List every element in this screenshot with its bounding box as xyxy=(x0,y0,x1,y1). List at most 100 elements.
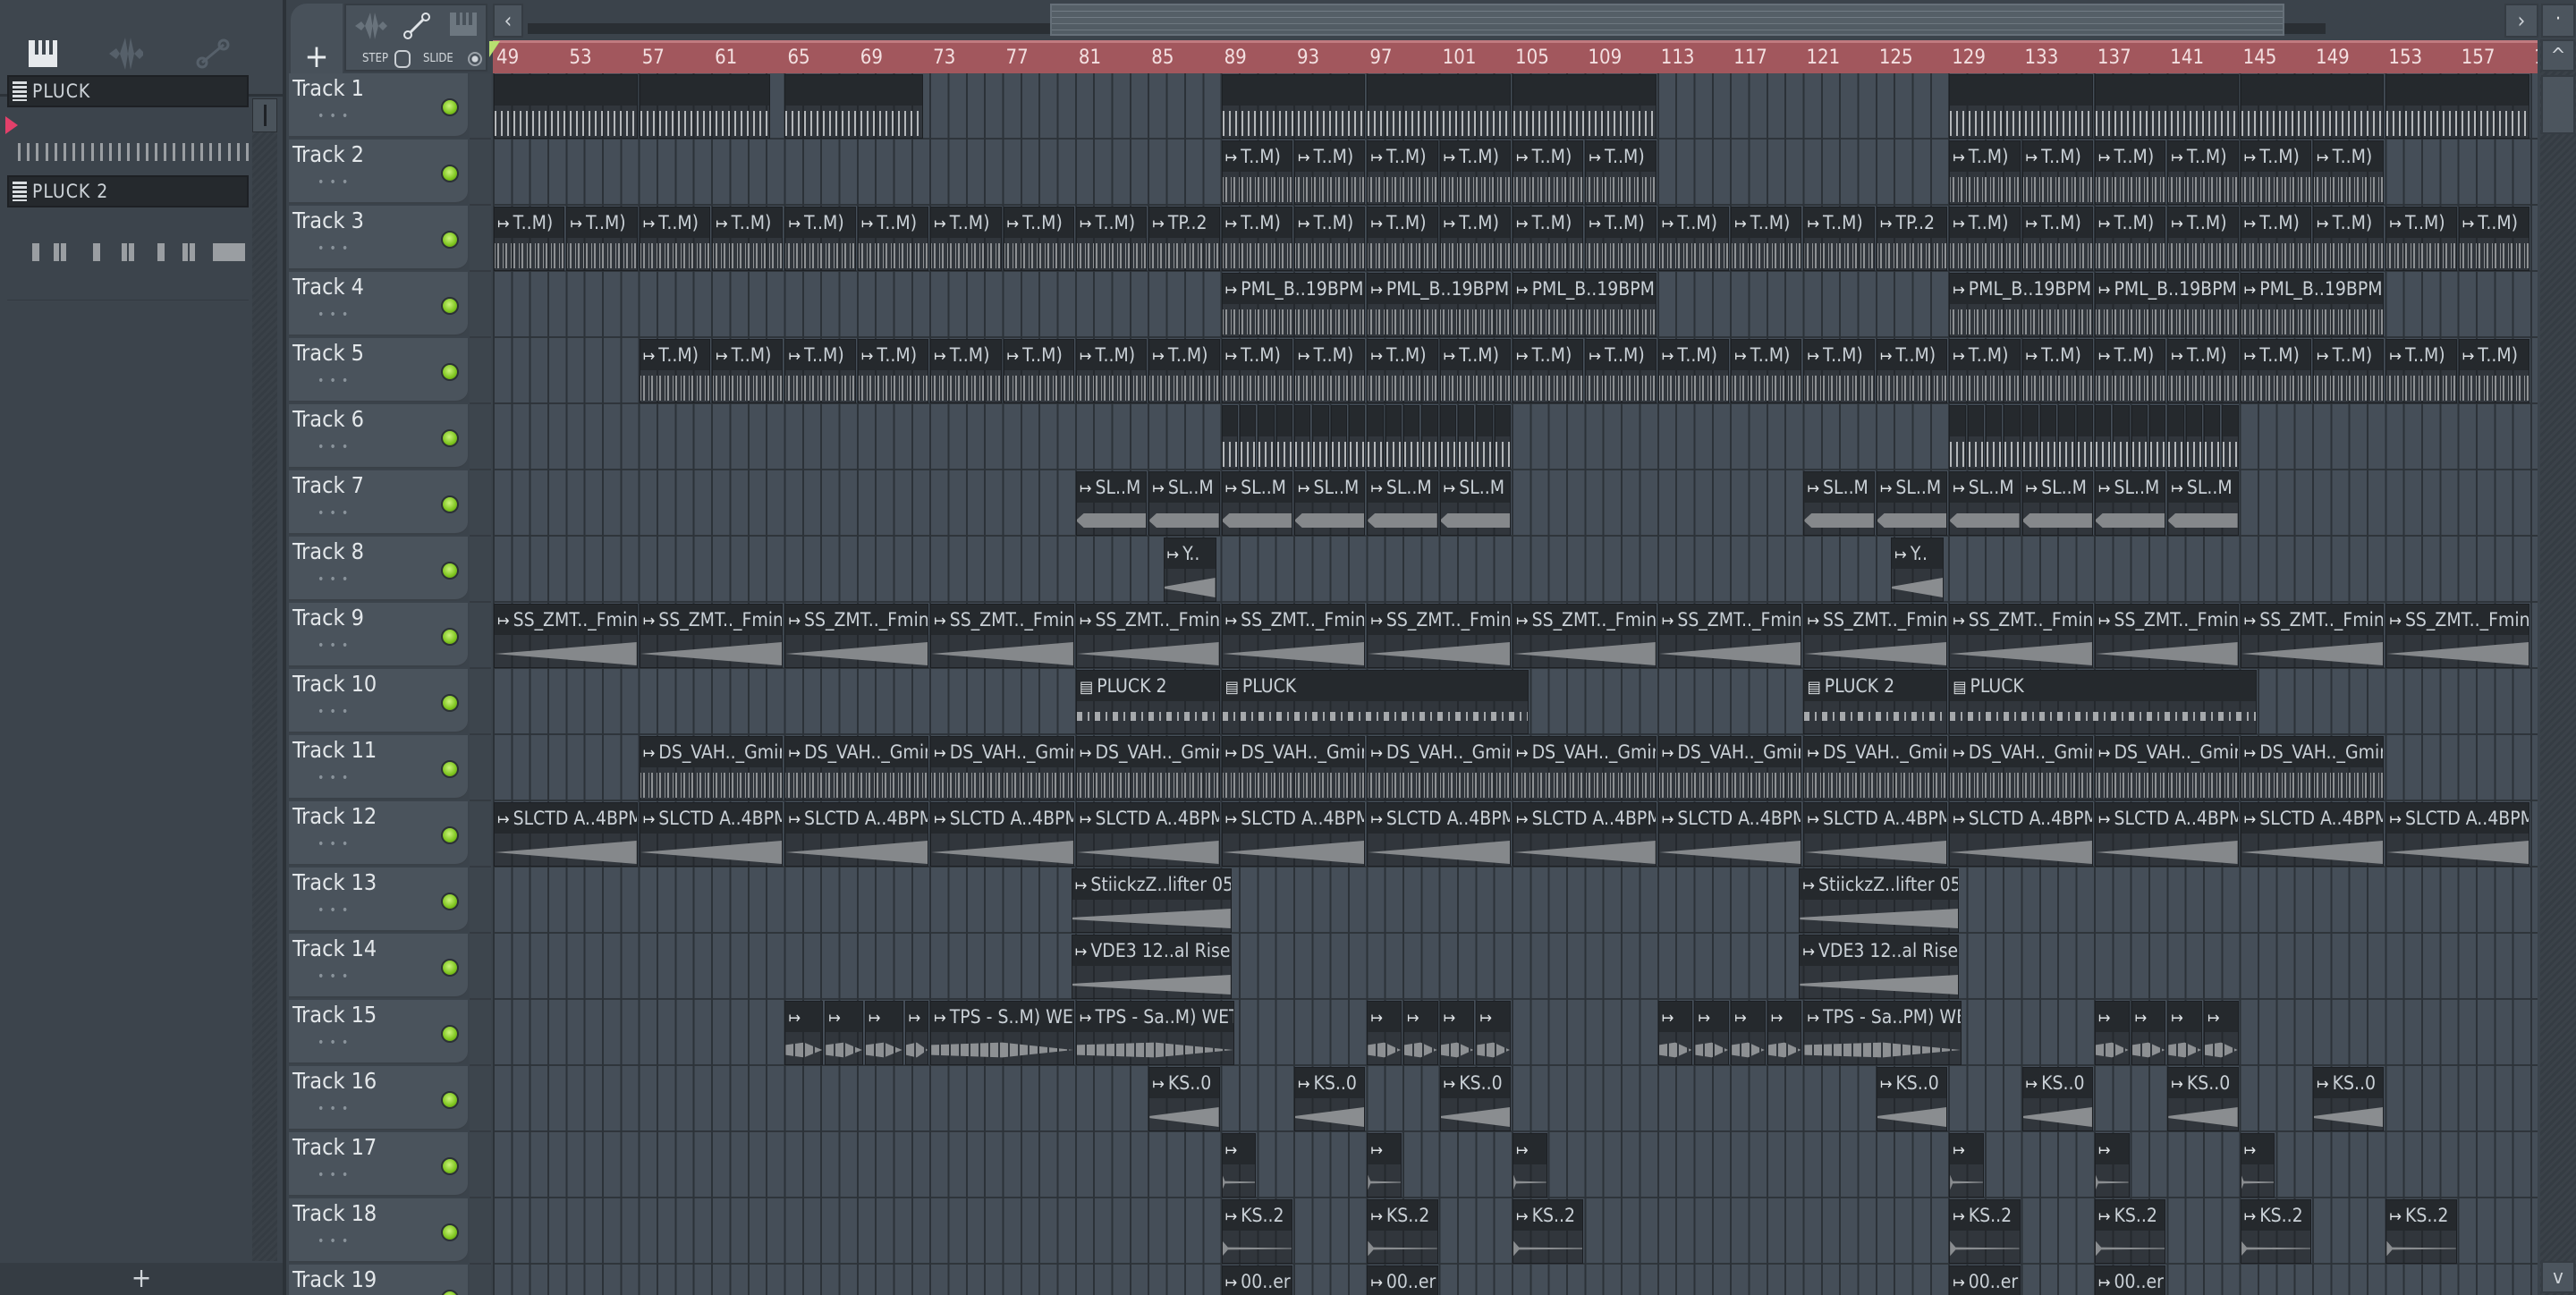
audio-clip[interactable] xyxy=(2167,405,2184,470)
track-header[interactable]: Track 8 • • • xyxy=(289,537,468,601)
audio-clip[interactable]: ↦ T..M) xyxy=(2240,207,2311,271)
audio-clip[interactable]: ↦ SL..M xyxy=(1075,471,1148,536)
audio-clip[interactable]: ↦ SLCTD A..4BPM xyxy=(1657,802,1802,867)
audio-clip[interactable]: ↦ TP..2 xyxy=(1148,207,1220,271)
track-options-icon[interactable]: • • • xyxy=(318,837,349,851)
audio-wave-icon[interactable] xyxy=(107,36,143,72)
audio-clip[interactable]: ↦ T..M) xyxy=(1585,339,1657,403)
audio-clip[interactable]: ↦ KS..2 xyxy=(1949,1199,2021,1264)
audio-clip[interactable] xyxy=(639,74,771,139)
audio-clip[interactable]: ↦ PML_B..19BPM xyxy=(2240,273,2385,337)
audio-clip[interactable]: ↦ T..M) xyxy=(1657,339,1730,403)
audio-clip[interactable] xyxy=(1403,405,1420,470)
piano-roll-icon[interactable] xyxy=(450,13,477,39)
horizontal-scrollbar-thumb[interactable] xyxy=(1050,4,2284,36)
audio-clip[interactable]: ↦ T..M) xyxy=(1221,207,1292,271)
audio-clip[interactable]: ↦ SLCTD A..4BPM xyxy=(1513,802,1657,867)
step-toggle[interactable] xyxy=(394,50,411,68)
track-options-icon[interactable]: • • • xyxy=(318,771,349,785)
audio-clip[interactable] xyxy=(2385,74,2530,139)
track-header[interactable]: Track 19• • • xyxy=(289,1265,468,1295)
audio-clip[interactable]: ↦ SS_ZMT.._Fmin xyxy=(2240,604,2385,668)
track-options-icon[interactable]: • • • xyxy=(318,308,349,322)
audio-clip[interactable] xyxy=(1221,405,1238,470)
audio-clip[interactable]: ↦ T..M) xyxy=(1585,207,1657,271)
track-options-icon[interactable]: • • • xyxy=(318,705,349,719)
audio-clip[interactable]: ↦ T..M) xyxy=(930,339,1002,403)
audio-clip[interactable] xyxy=(2021,405,2038,470)
audio-clip[interactable]: ↦ T..M) xyxy=(1148,339,1220,403)
audio-clip[interactable]: ↦ T..M) xyxy=(2458,207,2530,271)
audio-clip[interactable]: ↦ DS_VAH.._Gmin xyxy=(784,736,929,800)
audio-clip[interactable] xyxy=(2076,405,2093,470)
audio-clip[interactable]: ↦ SLCTD A..4BPM xyxy=(930,802,1074,867)
audio-clip[interactable] xyxy=(1513,74,1657,139)
track-options-icon[interactable]: • • • xyxy=(318,903,349,918)
scroll-right-button[interactable]: › xyxy=(2504,4,2538,38)
track-options-icon[interactable]: • • • xyxy=(318,109,349,123)
track-header[interactable]: Track 17 • • • xyxy=(289,1132,468,1197)
track-mute-led[interactable] xyxy=(441,98,459,116)
audio-clip[interactable]: ↦ SL..M xyxy=(1439,471,1512,536)
audio-clip[interactable]: ↦ T..M) xyxy=(1803,339,1875,403)
audio-clip[interactable]: ↦ T..M) xyxy=(712,207,784,271)
audio-clip[interactable]: ↦ xyxy=(864,1001,903,1065)
track-mute-led[interactable] xyxy=(441,165,459,182)
track-mute-led[interactable] xyxy=(441,495,459,513)
audio-clip[interactable] xyxy=(2039,405,2057,470)
audio-clip[interactable]: ↦ SL..M xyxy=(2167,471,2239,536)
audio-clip[interactable]: ↦ TPS - Sa..M) WET xyxy=(1075,1001,1234,1065)
channel-pluck[interactable]: PLUCK xyxy=(7,75,249,107)
audio-clip[interactable]: ↦ T..M) xyxy=(2094,207,2166,271)
audio-clip[interactable]: ↦ T..M) xyxy=(784,339,856,403)
audio-clip[interactable] xyxy=(2004,405,2021,470)
audio-clip[interactable]: ↦ KS..2 xyxy=(2385,1199,2457,1264)
pattern-clip[interactable]: ▤ PLUCK 2 xyxy=(1803,670,1948,734)
audio-clip[interactable]: ↦ T..M) xyxy=(1439,339,1512,403)
audio-clip[interactable]: ↦ xyxy=(1513,1133,1547,1198)
audio-clip[interactable]: ↦ T..M) xyxy=(2021,140,2093,205)
audio-clip[interactable]: ↦ SLCTD A..4BPM xyxy=(2094,802,2239,867)
audio-clip[interactable]: ↦ SS_ZMT.._Fmin xyxy=(1803,604,1948,668)
audio-clip[interactable]: ↦ T..M) xyxy=(1075,207,1148,271)
audio-clip[interactable]: ↦ SS_ZMT.._Fmin xyxy=(2094,604,2239,668)
track-mute-led[interactable] xyxy=(441,694,459,712)
audio-clip[interactable]: ↦ SS_ZMT.._Fmin xyxy=(1367,604,1512,668)
audio-clip[interactable] xyxy=(2131,405,2148,470)
track-mute-led[interactable] xyxy=(441,363,459,381)
track-header[interactable]: Track 18 • • • xyxy=(289,1198,468,1263)
audio-clip[interactable]: ↦ T..M) xyxy=(2240,140,2311,205)
track-mute-led[interactable] xyxy=(441,1223,459,1241)
audio-clip[interactable]: ↦ T..M) xyxy=(1293,207,1366,271)
audio-clip[interactable]: ↦ 00..er xyxy=(1221,1265,1292,1295)
audio-clip[interactable]: ↦ VDE3 12..al Riser xyxy=(1071,935,1232,999)
audio-clip[interactable]: ↦ PML_B..19BPM xyxy=(1221,273,1366,337)
audio-clip[interactable]: ↦ T..M) xyxy=(2167,207,2239,271)
audio-clip[interactable]: ↦ xyxy=(1767,1001,1802,1065)
audio-clip[interactable]: ↦ T..M) xyxy=(1293,140,1366,205)
track-mute-led[interactable] xyxy=(441,231,459,249)
audio-clip[interactable] xyxy=(2094,405,2112,470)
audio-clip[interactable]: ↦ T..M) xyxy=(2458,339,2530,403)
audio-clip[interactable]: ↦ SS_ZMT.._Fmin xyxy=(1221,604,1366,668)
track-mute-led[interactable] xyxy=(441,1157,459,1175)
audio-clip[interactable]: ↦ T..M) xyxy=(1221,339,1292,403)
audio-clip[interactable]: ↦ xyxy=(1694,1001,1730,1065)
audio-clip[interactable]: ↦ DS_VAH.._Gmin xyxy=(1657,736,1802,800)
audio-clip[interactable]: ↦ DS_VAH.._Gmin xyxy=(2094,736,2239,800)
audio-clip[interactable]: ↦ T..M) xyxy=(1075,339,1148,403)
track-options-icon[interactable]: • • • xyxy=(318,175,349,190)
track-options-icon[interactable]: • • • xyxy=(318,1102,349,1116)
track-mute-led[interactable] xyxy=(441,760,459,778)
vertical-scrollbar-thumb[interactable] xyxy=(2541,75,2575,134)
audio-clip[interactable]: ↦ SS_ZMT.._Fmin xyxy=(2385,604,2530,668)
vertical-scrollbar[interactable]: ^ v xyxy=(2540,39,2576,1295)
track-mute-led[interactable] xyxy=(441,628,459,646)
audio-clip[interactable] xyxy=(2058,405,2075,470)
track-options-icon[interactable]: • • • xyxy=(318,639,349,653)
audio-clip[interactable]: ↦ KS..0 xyxy=(1439,1067,1512,1131)
audio-clip[interactable]: ↦ xyxy=(2240,1133,2275,1198)
audio-clip[interactable] xyxy=(1458,405,1475,470)
track-header[interactable]: Track 10 • • • xyxy=(289,669,468,733)
audio-clip[interactable]: ↦ Y.. xyxy=(1163,537,1216,602)
